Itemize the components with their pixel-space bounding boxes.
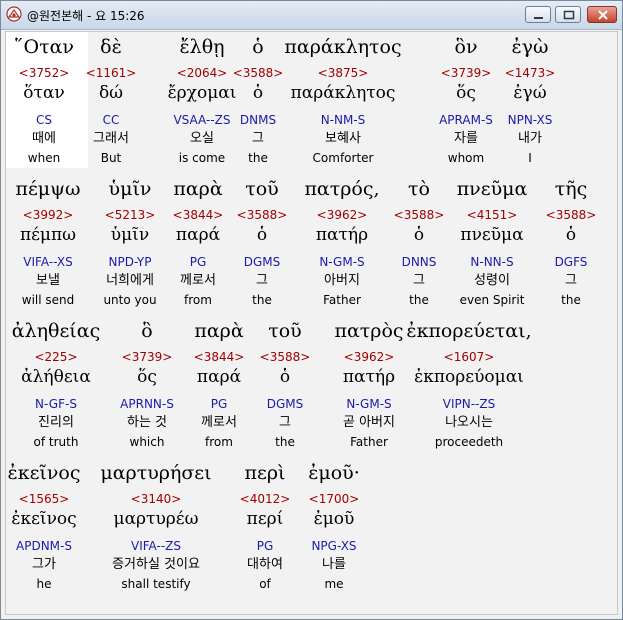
greek-word[interactable]: τῆς <box>501 176 623 202</box>
morphology-code: NPG-XS <box>311 539 357 553</box>
strongs-number: <1700> <box>308 492 360 506</box>
strongs-number: <3875> <box>317 66 369 80</box>
minimize-icon <box>534 17 543 19</box>
english-gloss: Comforter <box>312 151 374 165</box>
strongs-number: <3588> <box>545 208 597 222</box>
app-logo-icon <box>6 6 22 22</box>
lemma: ἐκπορεύομαι <box>414 367 524 387</box>
lemma: ὁ <box>565 225 577 245</box>
lemma: ἐγώ <box>513 83 547 103</box>
maximize-icon <box>563 10 575 20</box>
strongs-number: <1473> <box>504 66 556 80</box>
greek-word[interactable]: ἐμοῦ· <box>264 460 404 486</box>
korean-gloss: 내가 <box>518 131 542 146</box>
close-button[interactable] <box>587 6 617 23</box>
english-gloss: the <box>561 293 581 307</box>
english-gloss: I <box>528 151 532 165</box>
english-gloss: proceedeth <box>434 435 504 449</box>
window-title: @원전본해 - 요 15:26 <box>27 9 145 23</box>
strongs-number: <1607> <box>443 350 495 364</box>
maximize-button[interactable] <box>555 6 581 23</box>
english-gloss: me <box>324 577 344 591</box>
app-window: @원전본해 - 요 15:26 ῞Οταν <3752> ὅταν CS 때에 when δ… <box>0 0 623 620</box>
morphology-code: DGFS <box>554 255 588 269</box>
greek-word[interactable]: παράκλητος <box>273 34 413 60</box>
lemma: ἐμοῦ <box>313 509 355 529</box>
morphology-code: N-NM-S <box>320 113 366 127</box>
greek-word[interactable]: ἐγὼ <box>460 34 600 60</box>
morphology-code: NPN-XS <box>507 113 553 127</box>
korean-gloss: 나오시는 <box>445 415 493 430</box>
minimize-button[interactable] <box>525 6 551 23</box>
greek-word[interactable]: ἐκπορεύεται, <box>399 318 539 344</box>
interlinear-panel: ῞Οταν <3752> ὅταν CS 때에 when δὲ <1161> δώ CC 그래서 Bu… <box>5 31 618 615</box>
korean-gloss: 나를 <box>322 557 346 572</box>
close-icon <box>598 10 608 20</box>
morphology-code: VIPN--ZS <box>442 397 496 411</box>
lemma: παράκλητος <box>290 83 396 103</box>
korean-gloss: 그 <box>565 273 577 288</box>
title-bar[interactable]: @원전본해 - 요 15:26 <box>1 1 622 30</box>
korean-gloss: 보혜사 <box>325 131 361 146</box>
